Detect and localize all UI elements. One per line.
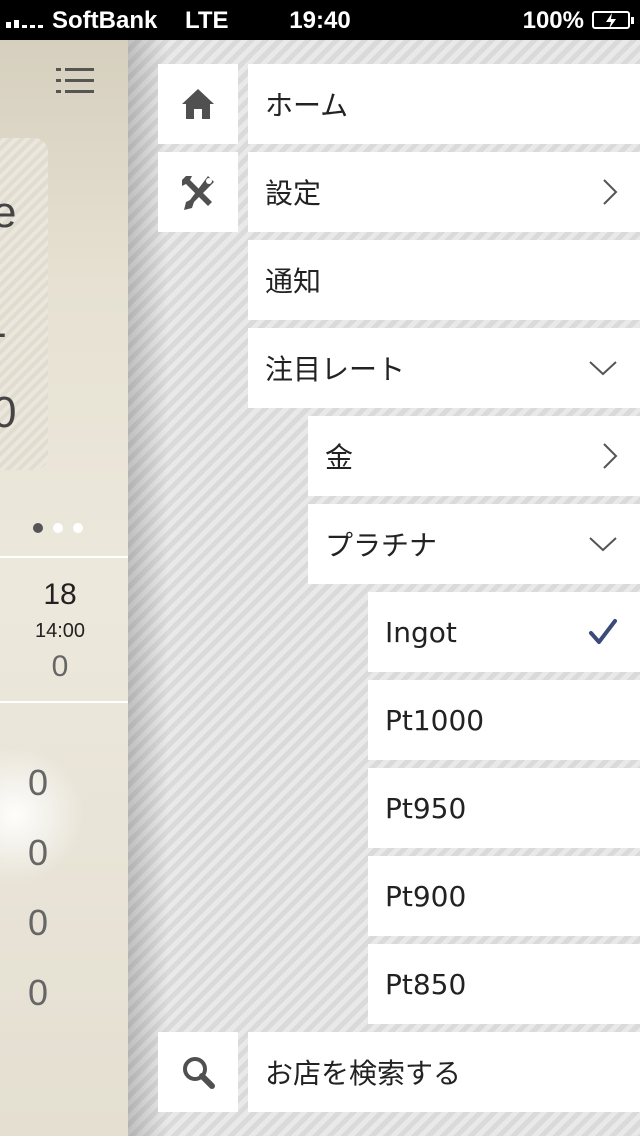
menu-item-label: お店を検索する (265, 1057, 462, 1090)
card-text-line: 0 (0, 388, 17, 437)
page-dot (73, 523, 83, 533)
chevron-right-icon (602, 442, 618, 470)
chevron-down-icon (588, 535, 618, 553)
side-menu: ホーム 設定 通知 注目レート 金 プラチナ Ingot Pt1000 Pt95… (128, 40, 640, 1136)
menu-item-option-pt1000[interactable]: Pt1000 (368, 680, 640, 760)
menu-item-option-pt900[interactable]: Pt900 (368, 856, 640, 936)
menu-item-label: Pt1000 (385, 703, 485, 737)
menu-list-icon[interactable] (56, 68, 94, 94)
menu-item-label: Ingot (385, 615, 457, 649)
home-icon (182, 89, 214, 119)
menu-item-label: 通知 (265, 265, 322, 298)
divider (0, 701, 128, 703)
settings-icon-box[interactable] (158, 152, 238, 232)
main-content-panel[interactable]: e - 0 18 14:00 0 0 0 0 0 (0, 40, 128, 1136)
date-day: 18 (43, 578, 77, 611)
menu-item-label: ホーム (265, 89, 349, 122)
battery-percentage: 100% (522, 7, 584, 34)
menu-item-search-store[interactable]: お店を検索する (248, 1032, 640, 1112)
date-value: 0 (51, 650, 69, 683)
menu-item-label: Pt900 (385, 879, 467, 913)
menu-item-label: Pt850 (385, 967, 467, 1001)
chevron-right-icon (602, 178, 618, 206)
menu-item-platinum[interactable]: プラチナ (308, 504, 640, 584)
chevron-down-icon (588, 359, 618, 377)
status-bar: SoftBank LTE 19:40 100% (0, 0, 640, 40)
menu-item-option-pt850[interactable]: Pt850 (368, 944, 640, 1024)
menu-item-watch-rates[interactable]: 注目レート (248, 328, 640, 408)
date-time: 14:00 (34, 620, 86, 642)
page-indicator[interactable] (33, 518, 93, 537)
card-text-line: e (0, 188, 17, 237)
wrench-screwdriver-icon (182, 176, 214, 210)
rate-value: 0 (27, 972, 49, 1013)
divider (0, 556, 128, 558)
menu-item-settings[interactable]: 設定 (248, 152, 640, 232)
checkmark-icon (588, 618, 618, 646)
search-icon-box[interactable] (158, 1032, 238, 1112)
menu-item-label: 設定 (265, 177, 322, 210)
page-dot (53, 523, 63, 533)
menu-item-label: 金 (325, 441, 354, 474)
battery-charging-icon (592, 11, 634, 29)
rate-value: 0 (27, 902, 49, 943)
menu-item-home[interactable]: ホーム (248, 64, 640, 144)
search-icon (183, 1057, 215, 1089)
rate-value: 0 (27, 832, 49, 873)
menu-item-option-pt950[interactable]: Pt950 (368, 768, 640, 848)
card-text-line: - (0, 308, 7, 358)
menu-item-notifications[interactable]: 通知 (248, 240, 640, 320)
menu-item-label: 注目レート (265, 353, 406, 386)
menu-item-label: Pt950 (385, 791, 467, 825)
menu-item-label: プラチナ (325, 529, 438, 562)
menu-item-option-ingot[interactable]: Ingot (368, 592, 640, 672)
page-dot (33, 523, 43, 533)
home-icon-box[interactable] (158, 64, 238, 144)
menu-item-gold[interactable]: 金 (308, 416, 640, 496)
rate-value: 0 (27, 762, 49, 803)
